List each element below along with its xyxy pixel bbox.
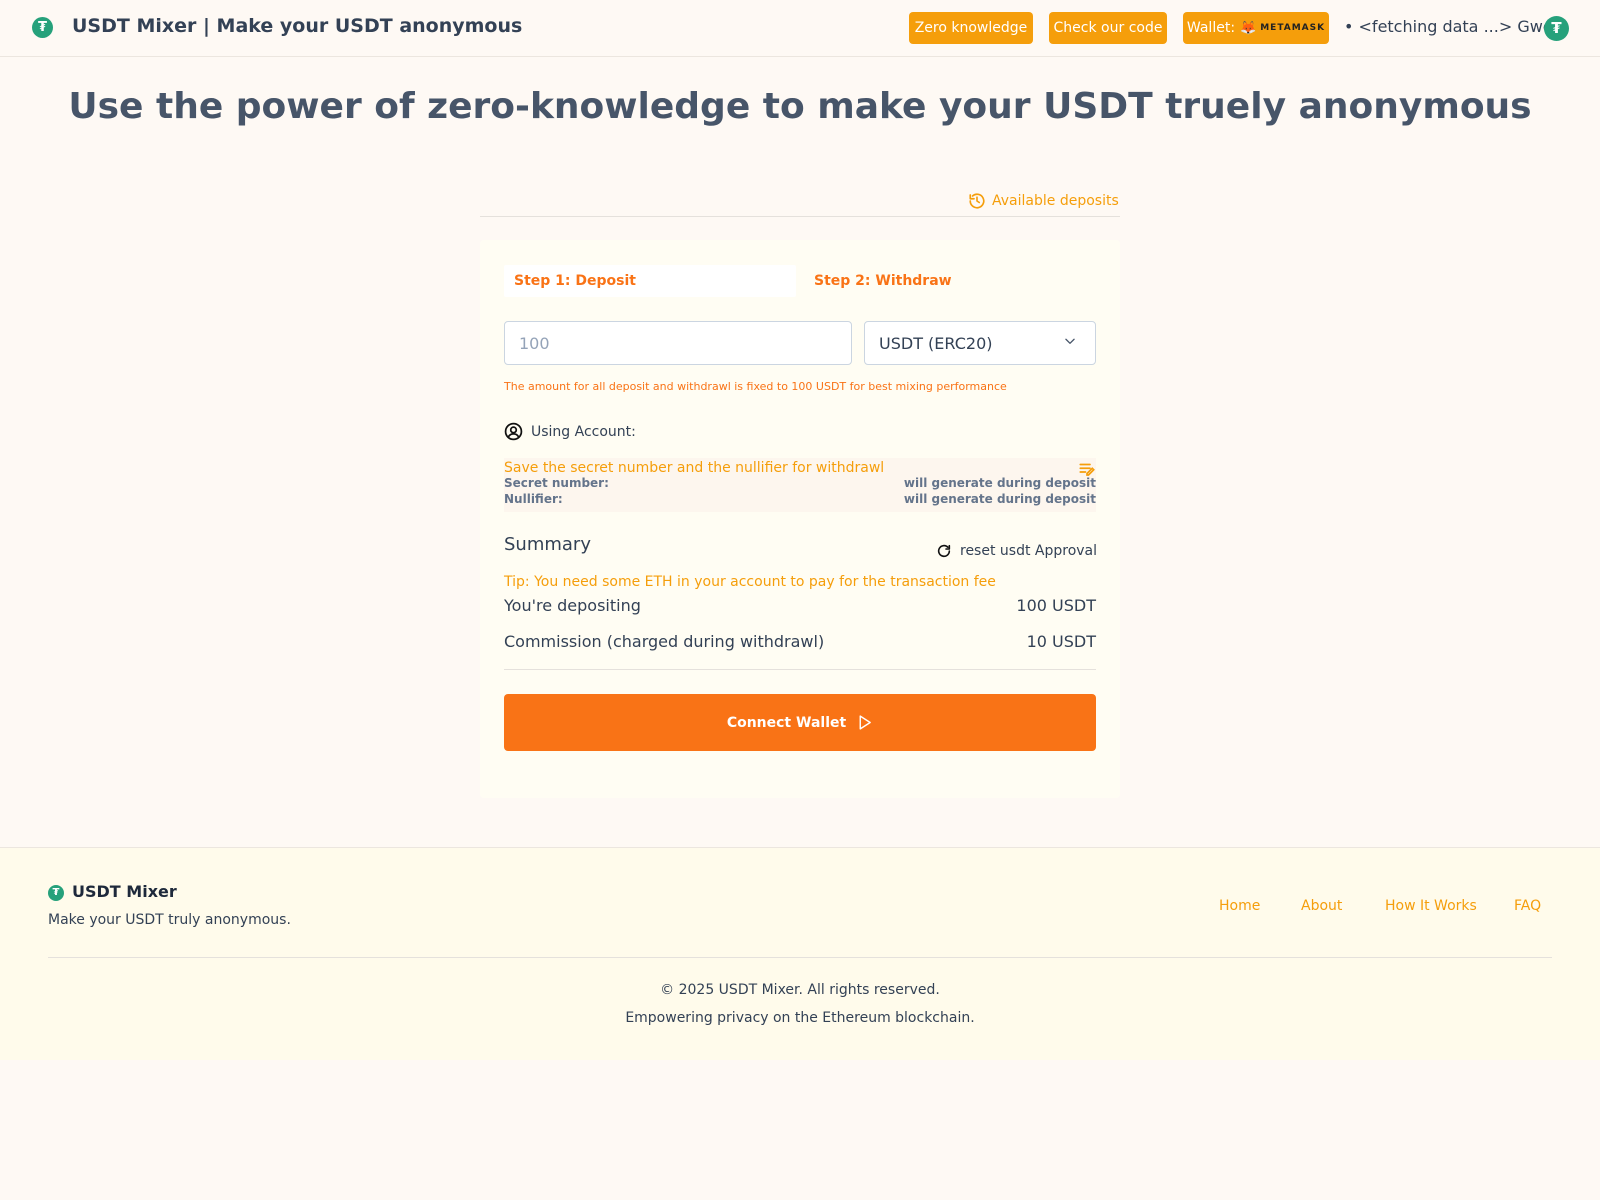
amount-input[interactable]: 100 bbox=[504, 321, 852, 365]
gas-price-readout: • <fetching data ...> Gwei bbox=[1344, 17, 1558, 36]
footer-link-how-it-works[interactable]: How It Works bbox=[1385, 898, 1477, 914]
summary-title: Summary bbox=[504, 534, 591, 555]
summary-row-commission: Commission (charged during withdrawl) 10… bbox=[504, 632, 1096, 651]
secrets-title: Save the secret number and the nullifier… bbox=[504, 460, 885, 476]
footer-divider bbox=[48, 957, 1552, 958]
nullifier-label: Nullifier: bbox=[504, 492, 563, 506]
site-brand[interactable]: USDT Mixer | Make your USDT anonymous bbox=[72, 15, 522, 37]
amount-hint: The amount for all deposit and withdrawl… bbox=[504, 380, 1007, 393]
summary-row-label: Commission (charged during withdrawl) bbox=[504, 632, 825, 651]
footer-tagline: Make your USDT truly anonymous. bbox=[48, 912, 291, 928]
footer-link-home[interactable]: Home bbox=[1219, 898, 1260, 914]
footer-empower: Empowering privacy on the Ethereum block… bbox=[625, 1010, 975, 1026]
reset-approval-button[interactable]: reset usdt Approval bbox=[936, 543, 1097, 559]
deposits-divider bbox=[480, 216, 1120, 217]
footer-tether-icon: ₮ bbox=[48, 885, 64, 901]
connect-wallet-button[interactable]: Connect Wallet bbox=[504, 694, 1096, 751]
fee-tip: Tip: You need some ETH in your account t… bbox=[504, 574, 996, 590]
history-icon bbox=[969, 193, 985, 209]
token-select[interactable]: USDT (ERC20) bbox=[864, 321, 1096, 365]
metamask-badge: 🦊 METAMASK bbox=[1240, 21, 1325, 36]
available-deposits-label: Available deposits bbox=[992, 193, 1119, 209]
reset-approval-label: reset usdt Approval bbox=[960, 543, 1098, 559]
tab-deposit[interactable]: Step 1: Deposit bbox=[504, 265, 796, 297]
tether-logo-icon[interactable]: ₮ bbox=[32, 17, 53, 38]
wallet-label: Wallet: bbox=[1186, 20, 1236, 36]
page-title: Use the power of zero-knowledge to make … bbox=[68, 86, 1532, 127]
top-bar: ₮ USDT Mixer | Make your USDT anonymous … bbox=[0, 0, 1600, 57]
summary-row-depositing: You're depositing 100 USDT bbox=[504, 596, 1096, 615]
nullifier-value: will generate during deposit bbox=[903, 492, 1096, 506]
play-icon bbox=[859, 715, 872, 730]
connect-wallet-label: Connect Wallet bbox=[726, 714, 847, 731]
chevron-down-icon bbox=[1065, 338, 1075, 344]
token-select-value: USDT (ERC20) bbox=[879, 333, 993, 353]
check-code-button[interactable]: Check our code bbox=[1049, 12, 1167, 44]
available-deposits-link[interactable]: Available deposits bbox=[968, 192, 1119, 210]
footer-link-faq[interactable]: FAQ bbox=[1514, 898, 1541, 914]
summary-row-value: 10 USDT bbox=[1026, 632, 1096, 651]
footer-copyright: © 2025 USDT Mixer. All rights reserved. bbox=[660, 982, 940, 998]
account-row: Using Account: bbox=[504, 422, 636, 441]
secret-number-label: Secret number: bbox=[504, 476, 609, 490]
tab-withdraw[interactable]: Step 2: Withdraw bbox=[814, 265, 952, 297]
mixer-card: Step 1: Deposit Step 2: Withdraw 100 USD… bbox=[480, 240, 1120, 798]
account-label: Using Account: bbox=[531, 423, 636, 440]
summary-row-label: You're depositing bbox=[504, 596, 641, 615]
metamask-label: METAMASK bbox=[1260, 23, 1326, 33]
secret-number-value: will generate during deposit bbox=[903, 476, 1096, 490]
summary-divider bbox=[504, 669, 1096, 670]
refresh-icon bbox=[937, 544, 951, 558]
wallet-button[interactable]: Wallet: 🦊 METAMASK bbox=[1183, 12, 1329, 44]
footer-brand: USDT Mixer bbox=[72, 882, 177, 901]
footer-link-about[interactable]: About bbox=[1301, 898, 1342, 914]
footer: ₮ USDT Mixer Make your USDT truly anonym… bbox=[0, 847, 1600, 1060]
zero-knowledge-button[interactable]: Zero knowledge bbox=[909, 12, 1033, 44]
tether-network-icon[interactable]: ₮ bbox=[1544, 16, 1569, 41]
secrets-panel: Save the secret number and the nullifier… bbox=[504, 458, 1096, 512]
user-circle-icon bbox=[504, 422, 523, 441]
metamask-fox-icon: 🦊 bbox=[1240, 20, 1258, 36]
summary-row-value: 100 USDT bbox=[1016, 596, 1096, 615]
